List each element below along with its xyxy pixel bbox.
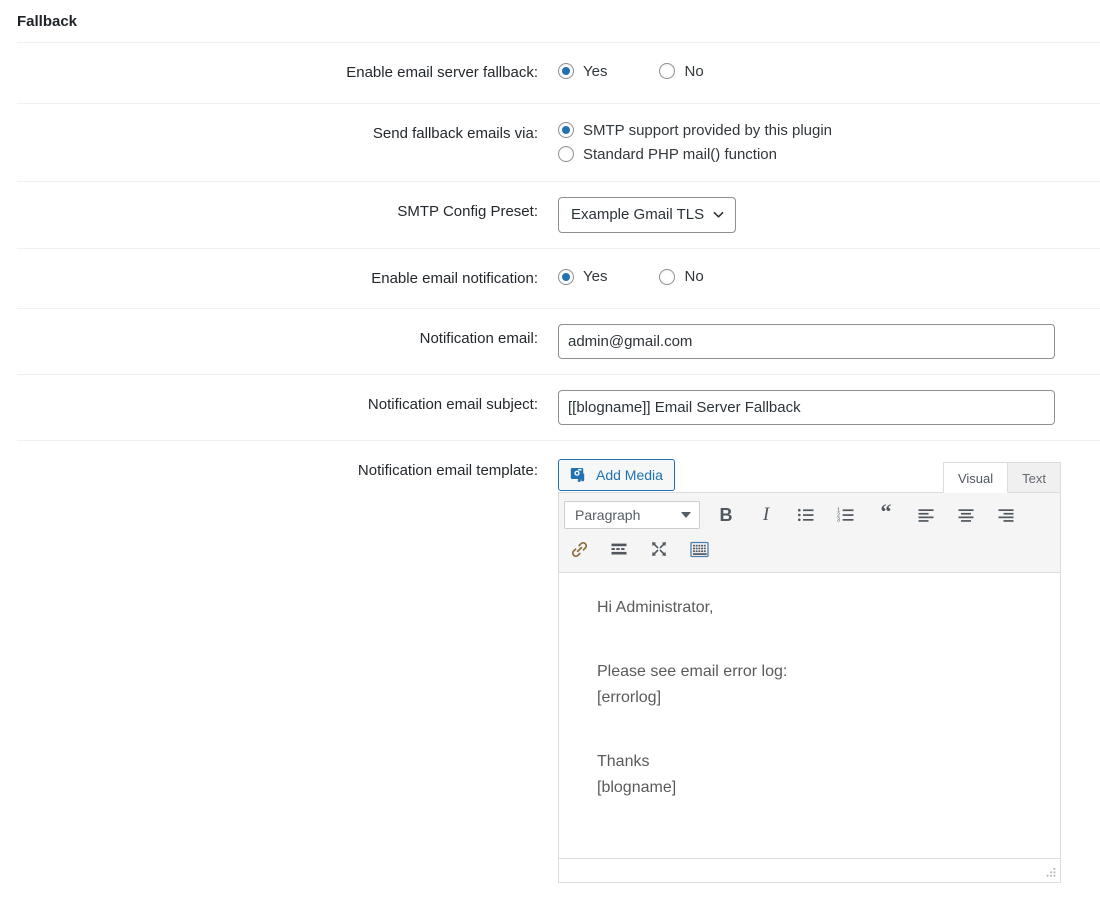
editor-paragraph: Thanks (597, 749, 1060, 775)
editor-content-area[interactable]: Hi Administrator, Please see email error… (559, 573, 1060, 858)
add-media-button[interactable]: Add Media (558, 459, 675, 491)
row-notification-email: Notification email: (17, 309, 1100, 375)
field-notification-email-subject (548, 375, 1100, 441)
radio-group-send-via: SMTP support provided by this plugin Sta… (558, 119, 1090, 166)
toolbar-toggle-icon[interactable] (684, 534, 714, 564)
radio-enable-fallback-no[interactable]: No (659, 60, 703, 83)
read-more-icon[interactable] (604, 534, 634, 564)
svg-text:3: 3 (837, 518, 840, 524)
radio-enable-notification-no[interactable]: No (659, 265, 703, 288)
field-notification-email (548, 309, 1100, 375)
align-right-icon[interactable] (991, 500, 1021, 530)
radio-indicator-smtp[interactable] (558, 122, 574, 138)
radio-send-via-smtp[interactable]: SMTP support provided by this plugin (558, 119, 1090, 142)
radio-enable-fallback-yes[interactable]: Yes (558, 60, 607, 83)
radio-label-smtp: SMTP support provided by this plugin (583, 120, 832, 141)
editor-header: Add Media Visual Text (558, 456, 1061, 492)
field-enable-email-notification: Yes No (548, 248, 1100, 309)
chevron-down-icon (681, 512, 691, 518)
editor-paragraph: [errorlog] (597, 685, 1060, 711)
radio-label-notification-yes: Yes (583, 266, 607, 287)
field-send-fallback-emails-via: SMTP support provided by this plugin Sta… (548, 103, 1100, 181)
chevron-down-icon (713, 209, 724, 220)
radio-group-enable-fallback: Yes No (558, 58, 1090, 84)
editor-paragraph: Hi Administrator, (597, 595, 1060, 621)
radio-indicator-notification-yes[interactable] (558, 269, 574, 285)
row-enable-email-notification: Enable email notification: Yes No (17, 248, 1100, 309)
field-enable-email-server-fallback: Yes No (548, 43, 1100, 104)
radio-label-yes: Yes (583, 61, 607, 82)
radio-enable-notification-yes[interactable]: Yes (558, 265, 607, 288)
bold-icon[interactable]: B (711, 500, 741, 530)
radio-indicator-php-mail[interactable] (558, 146, 574, 162)
add-media-label: Add Media (596, 460, 663, 490)
radio-send-via-php-mail[interactable]: Standard PHP mail() function (558, 143, 1090, 166)
radio-indicator-yes[interactable] (558, 63, 574, 79)
radio-label-notification-no: No (684, 266, 703, 287)
row-notification-email-subject: Notification email subject: (17, 375, 1100, 441)
radio-group-enable-notification: Yes No (558, 264, 1090, 290)
notification-email-input[interactable] (558, 324, 1055, 359)
fallback-settings-table: Enable email server fallback: Yes No (17, 42, 1100, 898)
format-select[interactable]: Paragraph (564, 501, 700, 529)
wp-editor: Add Media Visual Text Paragraph (558, 456, 1061, 883)
label-notification-email-template: Notification email template: (17, 441, 548, 899)
editor-toolbar: Paragraph B I (559, 493, 1060, 573)
editor-paragraph: [blogname] (597, 775, 1060, 801)
notification-email-subject-input[interactable] (558, 390, 1055, 425)
radio-indicator-no[interactable] (659, 63, 675, 79)
blockquote-icon[interactable]: “ (871, 500, 901, 530)
row-send-fallback-emails-via: Send fallback emails via: SMTP support p… (17, 103, 1100, 181)
tab-visual[interactable]: Visual (943, 462, 1008, 493)
row-smtp-config-preset: SMTP Config Preset: Example Gmail TLS (17, 181, 1100, 248)
numbered-list-icon[interactable]: 1 2 3 (831, 500, 861, 530)
tab-text[interactable]: Text (1007, 462, 1061, 493)
italic-icon[interactable]: I (751, 500, 781, 530)
label-enable-email-server-fallback: Enable email server fallback: (17, 43, 548, 104)
label-notification-email-subject: Notification email subject: (17, 375, 548, 441)
editor-container: Paragraph B I (558, 492, 1061, 883)
smtp-config-preset-select[interactable]: Example Gmail TLS (558, 197, 736, 233)
format-select-value: Paragraph (575, 507, 640, 523)
resize-grip-icon[interactable] (1043, 866, 1057, 880)
row-notification-email-template: Notification email template: A (17, 441, 1100, 899)
bulleted-list-icon[interactable] (791, 500, 821, 530)
editor-toolbar-row-2 (564, 532, 1055, 566)
radio-label-php-mail: Standard PHP mail() function (583, 144, 777, 165)
editor-paragraph: Please see email error log: (597, 659, 1060, 685)
label-send-fallback-emails-via: Send fallback emails via: (17, 103, 548, 181)
label-enable-email-notification: Enable email notification: (17, 248, 548, 309)
radio-label-no: No (684, 61, 703, 82)
align-center-icon[interactable] (951, 500, 981, 530)
editor-toolbar-row-1: Paragraph B I (564, 498, 1055, 532)
editor-mode-tabs: Visual Text (944, 462, 1061, 493)
label-smtp-config-preset: SMTP Config Preset: (17, 181, 548, 248)
admin-media-icon (569, 465, 589, 485)
editor-statusbar (559, 858, 1060, 882)
label-notification-email: Notification email: (17, 309, 548, 375)
field-smtp-config-preset: Example Gmail TLS (548, 181, 1100, 248)
fullscreen-icon[interactable] (644, 534, 674, 564)
radio-indicator-notification-no[interactable] (659, 269, 675, 285)
field-notification-email-template: Add Media Visual Text Paragraph (548, 441, 1100, 899)
section-heading: Fallback (0, 0, 1100, 42)
insert-link-icon[interactable] (564, 534, 594, 564)
smtp-config-preset-value: Example Gmail TLS (571, 206, 704, 223)
align-left-icon[interactable] (911, 500, 941, 530)
row-enable-email-server-fallback: Enable email server fallback: Yes No (17, 43, 1100, 104)
